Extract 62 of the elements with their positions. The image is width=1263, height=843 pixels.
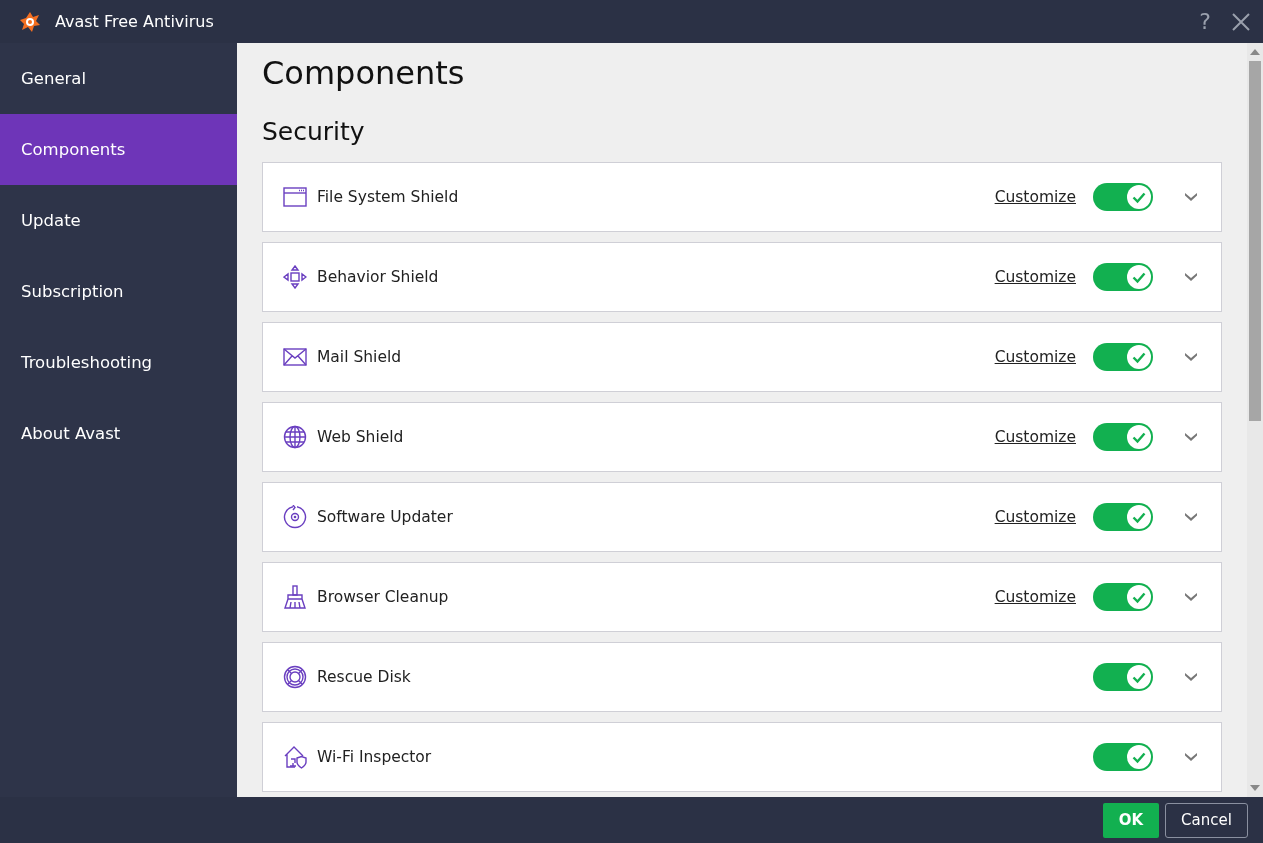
customize-link[interactable]: Customize xyxy=(994,268,1076,286)
window-icon xyxy=(283,185,307,209)
check-icon xyxy=(1127,745,1151,769)
chevron-down-icon[interactable] xyxy=(1185,193,1197,201)
arrows-icon xyxy=(283,265,307,289)
help-button[interactable]: ? xyxy=(1193,9,1217,34)
toggle-switch[interactable] xyxy=(1093,663,1153,691)
toggle-switch[interactable] xyxy=(1093,503,1153,531)
section-title: Security xyxy=(262,117,366,148)
scroll-up-icon[interactable] xyxy=(1250,49,1260,55)
check-icon xyxy=(1127,345,1151,369)
component-name: Browser Cleanup xyxy=(317,588,450,606)
chevron-down-icon[interactable] xyxy=(1185,593,1197,601)
house-shield-icon xyxy=(283,745,307,769)
sidebar-item[interactable]: Components xyxy=(0,114,237,185)
customize-link[interactable]: Customize xyxy=(994,348,1076,366)
sidebar-item[interactable]: Subscription xyxy=(0,256,237,327)
toggle-switch[interactable] xyxy=(1093,583,1153,611)
sidebar-item[interactable]: General xyxy=(0,43,237,114)
scroll-down-icon[interactable] xyxy=(1250,785,1260,791)
check-icon xyxy=(1127,585,1151,609)
sidebar-item[interactable]: Update xyxy=(0,185,237,256)
component-name: Software Updater xyxy=(317,508,454,526)
close-icon[interactable] xyxy=(1231,11,1251,32)
toggle-switch[interactable] xyxy=(1093,183,1153,211)
scrollbar[interactable] xyxy=(1247,43,1263,797)
chevron-down-icon[interactable] xyxy=(1185,753,1197,761)
component-name: File System Shield xyxy=(317,188,460,206)
check-icon xyxy=(1127,505,1151,529)
customize-link[interactable]: Customize xyxy=(994,588,1076,606)
sidebar-item[interactable]: Troubleshooting xyxy=(0,327,237,398)
broom-icon xyxy=(283,585,307,609)
sidebar-item[interactable]: About Avast xyxy=(0,398,237,469)
toggle-switch[interactable] xyxy=(1093,343,1153,371)
globe-icon xyxy=(283,425,307,449)
customize-link[interactable]: Customize xyxy=(994,188,1076,206)
component-name: Mail Shield xyxy=(317,348,403,366)
chevron-down-icon[interactable] xyxy=(1185,273,1197,281)
cancel-button[interactable]: Cancel xyxy=(1165,802,1248,838)
chevron-down-icon[interactable] xyxy=(1185,433,1197,441)
check-icon xyxy=(1127,665,1151,689)
check-icon xyxy=(1127,185,1151,209)
component-name: Web Shield xyxy=(317,428,405,446)
chevron-down-icon[interactable] xyxy=(1185,673,1197,681)
component-name: Rescue Disk xyxy=(317,668,412,686)
window-title: Avast Free Antivirus xyxy=(55,12,214,31)
envelope-icon xyxy=(283,345,307,369)
chevron-down-icon[interactable] xyxy=(1185,353,1197,361)
toggle-switch[interactable] xyxy=(1093,263,1153,291)
customize-link[interactable]: Customize xyxy=(994,428,1076,446)
toggle-switch[interactable] xyxy=(1093,423,1153,451)
component-name: Wi-Fi Inspector xyxy=(317,748,433,766)
disc-icon xyxy=(283,505,307,529)
lifebuoy-icon xyxy=(283,665,307,689)
check-icon xyxy=(1127,265,1151,289)
toggle-switch[interactable] xyxy=(1093,743,1153,771)
component-name: Behavior Shield xyxy=(317,268,440,286)
chevron-down-icon[interactable] xyxy=(1185,513,1197,521)
customize-link[interactable]: Customize xyxy=(994,508,1076,526)
check-icon xyxy=(1127,425,1151,449)
page-title: Components xyxy=(262,54,466,94)
scrollbar-thumb[interactable] xyxy=(1249,61,1261,421)
